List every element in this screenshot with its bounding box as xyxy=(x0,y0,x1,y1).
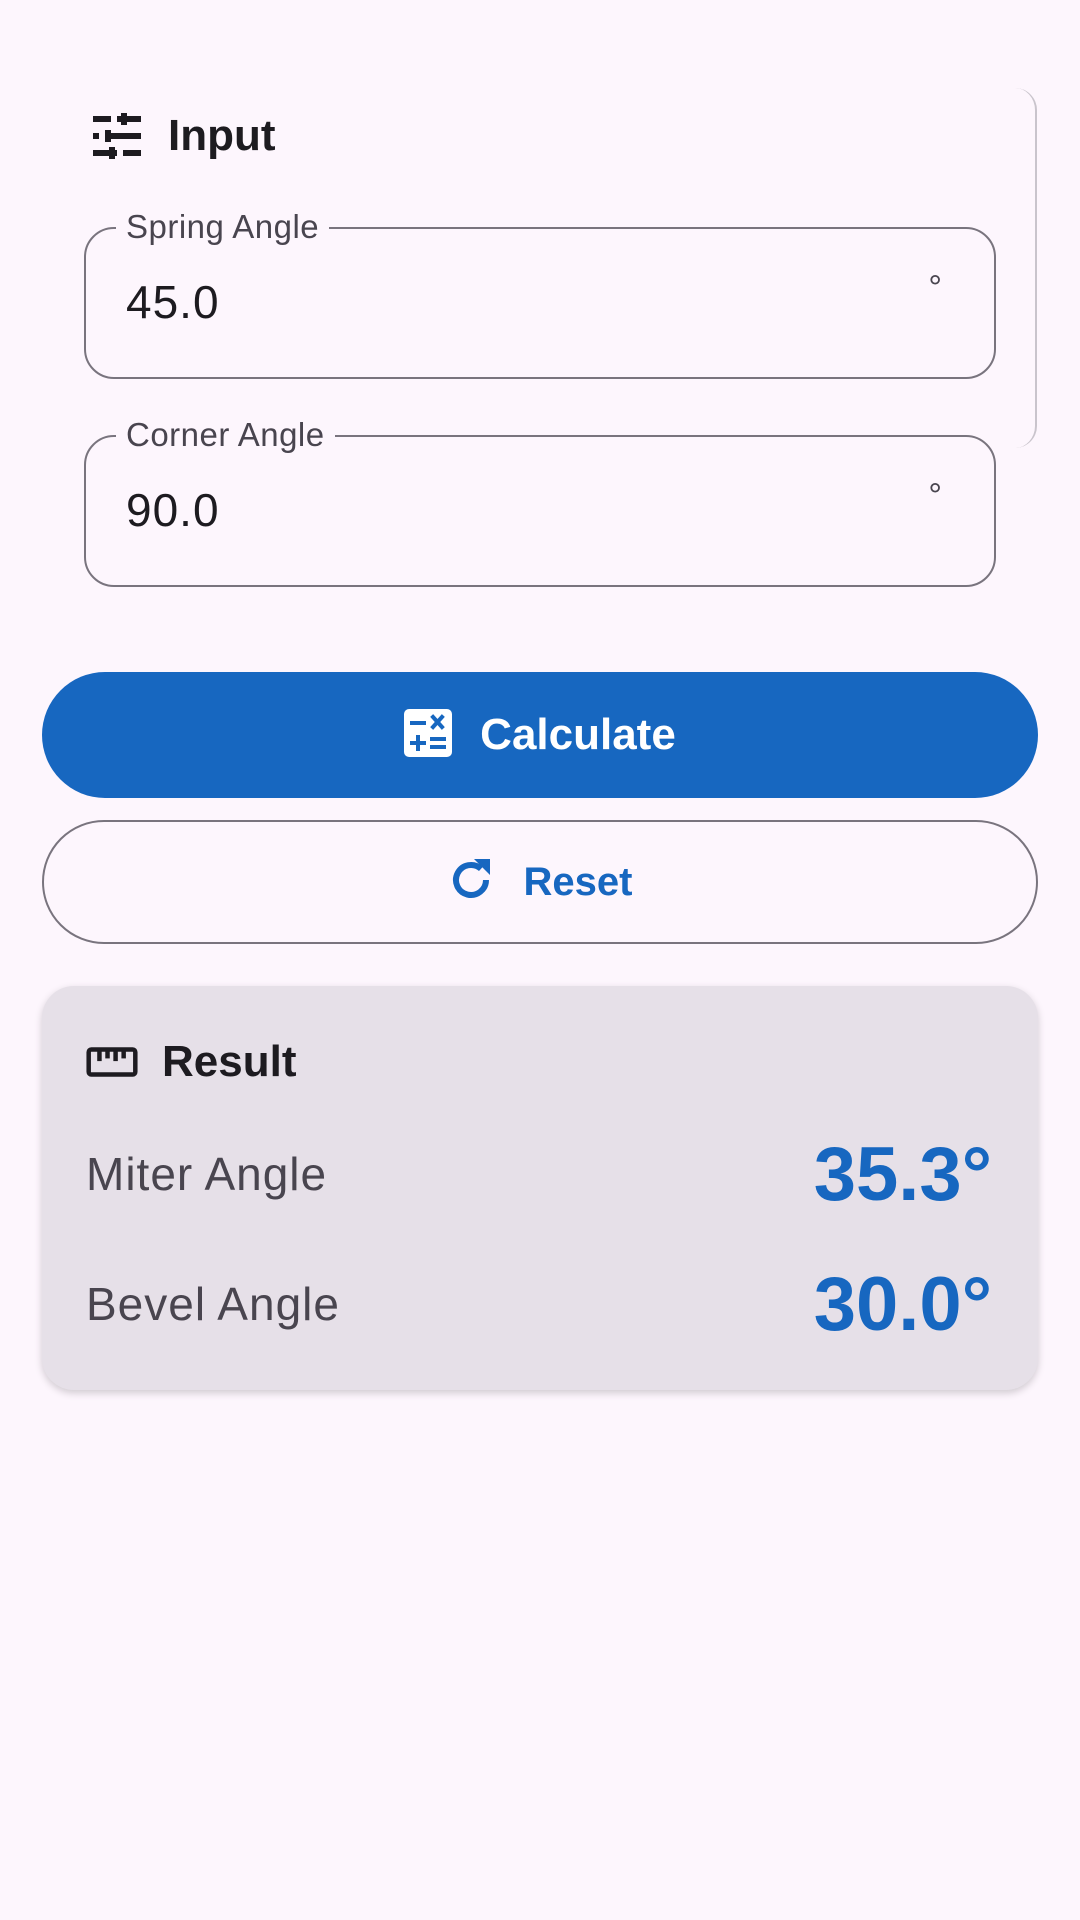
spring-angle-value[interactable]: 45.0 xyxy=(126,275,220,329)
reset-button[interactable]: Reset xyxy=(42,820,1038,944)
bevel-angle-row: Bevel Angle 30.0° xyxy=(86,1262,992,1347)
input-section-header: Input xyxy=(90,110,276,162)
result-section-title: Result xyxy=(162,1037,297,1086)
tune-sliders-icon xyxy=(90,110,142,162)
calculator-icon xyxy=(404,708,453,762)
corner-angle-label: Corner Angle xyxy=(116,415,335,455)
reset-button-label: Reset xyxy=(523,859,633,904)
degree-suffix: ° xyxy=(928,269,942,307)
bevel-angle-label: Bevel Angle xyxy=(86,1278,340,1330)
miter-angle-label: Miter Angle xyxy=(86,1148,328,1200)
calculate-button[interactable]: Calculate xyxy=(42,672,1038,798)
miter-angle-row: Miter Angle 35.3° xyxy=(86,1132,992,1217)
degree-suffix: ° xyxy=(928,477,942,515)
refresh-icon xyxy=(448,857,494,908)
spring-angle-field[interactable]: Spring Angle 45.0 ° xyxy=(84,207,996,379)
corner-angle-value[interactable]: 90.0 xyxy=(126,483,220,537)
calculator-screen: Input Spring Angle 45.0 ° Corner Angle 9… xyxy=(0,0,1080,1920)
spring-angle-label: Spring Angle xyxy=(116,207,330,247)
miter-angle-value: 35.3° xyxy=(813,1131,992,1217)
result-section-header: Result xyxy=(86,1036,296,1088)
ruler-icon xyxy=(86,1036,138,1088)
calculate-button-label: Calculate xyxy=(480,710,676,759)
corner-angle-field[interactable]: Corner Angle 90.0 ° xyxy=(84,415,996,587)
bevel-angle-value: 30.0° xyxy=(813,1261,992,1347)
input-section-title: Input xyxy=(168,111,276,160)
